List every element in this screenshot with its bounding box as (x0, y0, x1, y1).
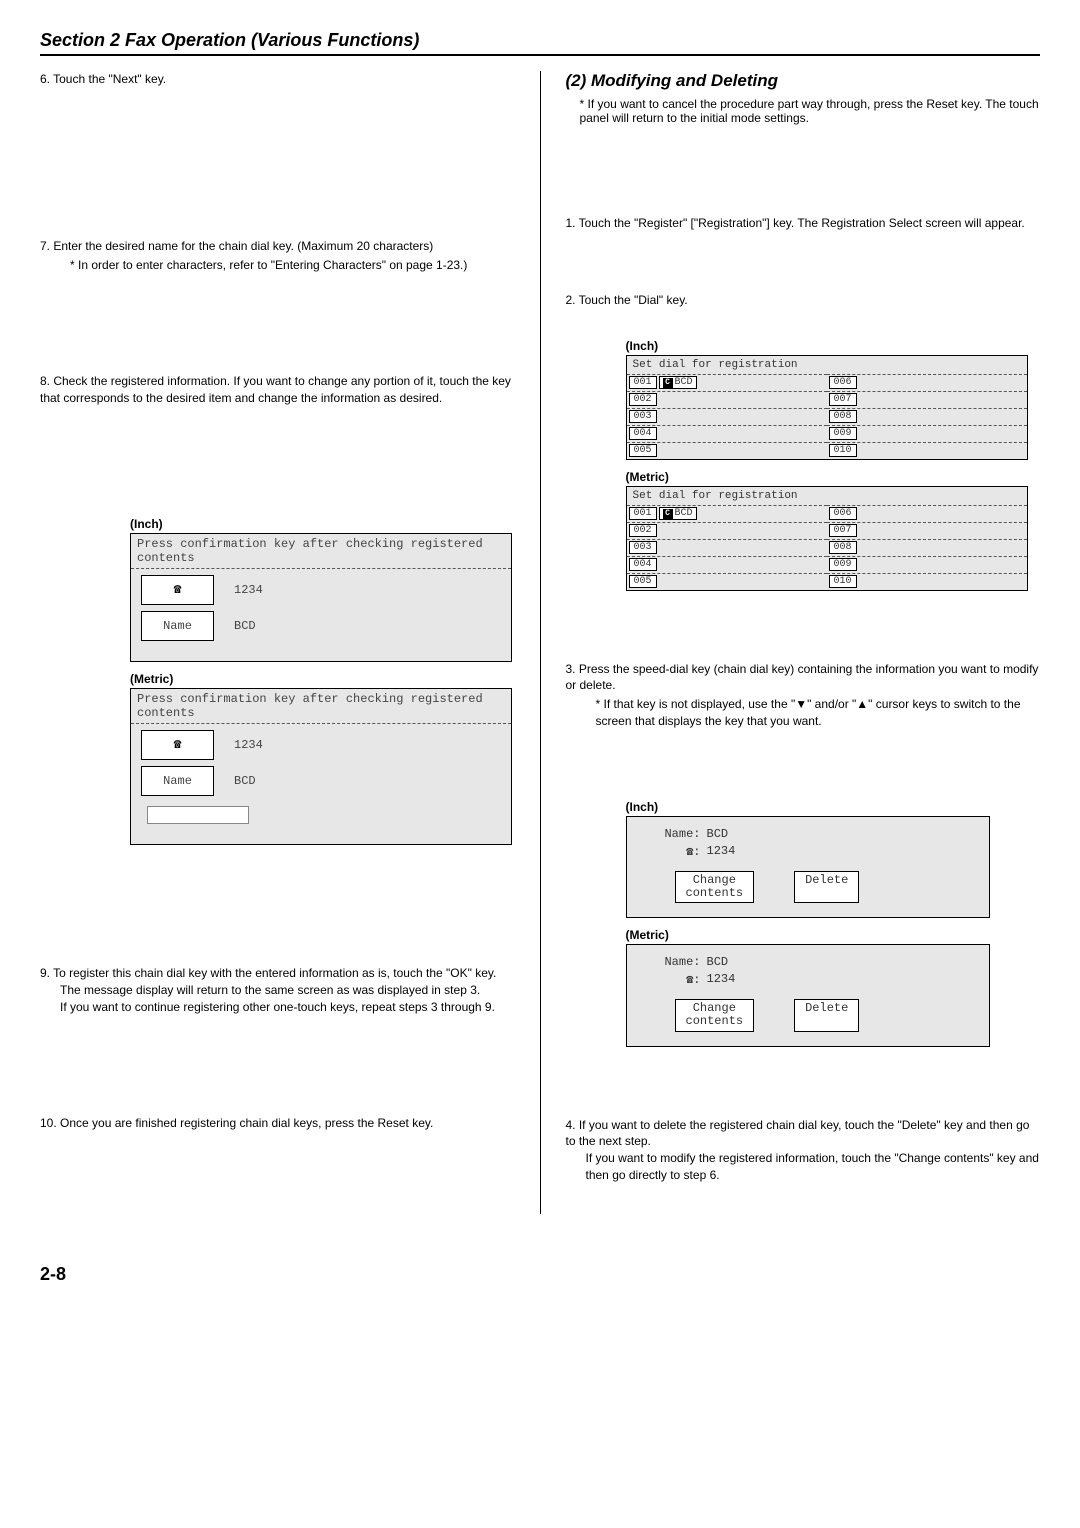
metric-label: (Metric) (130, 672, 515, 686)
step-10: 10. Once you are finished registering ch… (40, 1115, 515, 1132)
subheading: (2) Modifying and Deleting (566, 71, 1041, 91)
step-6: 6. Touch the "Next" key. (40, 71, 515, 88)
dial-slot[interactable]: 004 (629, 427, 657, 440)
lcd-value-name: BCD (234, 774, 256, 788)
step-7: 7. Enter the desired name for the chain … (40, 238, 515, 274)
dial-slot[interactable]: 005 (629, 444, 657, 457)
lcd-modify-metric: Name: BCD ☎: 1234 Change contents Delete (626, 944, 990, 1046)
step-4: 4. If you want to delete the registered … (566, 1117, 1041, 1184)
step-7-text: 7. Enter the desired name for the chain … (40, 238, 515, 255)
metric-label: (Metric) (626, 470, 1041, 484)
step-9a: 9. To register this chain dial key with … (40, 965, 515, 982)
dial-slot[interactable]: 003 (629, 410, 657, 423)
step-2: 2. Touch the "Dial" key. (566, 292, 1041, 309)
lcd-confirm-inch: Press confirmation key after checking re… (130, 533, 512, 662)
lcd-reg-metric: Set dial for registration 001CBCD 006 00… (626, 486, 1028, 591)
mod-tel-value: 1234 (707, 972, 736, 987)
mod-name-label: Name: (655, 827, 701, 841)
phone-icon: ☎: (655, 844, 701, 859)
step-3: 3. Press the speed-dial key (chain dial … (566, 661, 1041, 730)
lcd-confirm-metric: Press confirmation key after checking re… (130, 688, 512, 845)
c-icon: C (663, 509, 673, 519)
lcd-confirm-bar: Press confirmation key after checking re… (131, 534, 511, 569)
dial-slot[interactable]: 009 (829, 427, 857, 440)
change-contents-button[interactable]: Change contents (675, 999, 755, 1031)
name-button[interactable]: Name (141, 766, 214, 796)
dial-slot[interactable]: 002 (629, 393, 657, 406)
lcd-reg-inch: Set dial for registration 001CBCD 006 00… (626, 355, 1028, 460)
phone-icon: ☎ (174, 737, 182, 752)
dial-slot[interactable]: 006 (829, 507, 857, 520)
step-4a: 4. If you want to delete the registered … (566, 1117, 1041, 1151)
change-contents-button[interactable]: Change contents (675, 871, 755, 903)
step-9b: The message display will return to the s… (40, 982, 515, 999)
step-3-text: 3. Press the speed-dial key (chain dial … (566, 661, 1041, 695)
lcd-value-number: 1234 (234, 583, 263, 597)
dial-slot[interactable]: 010 (829, 575, 857, 588)
dial-slot[interactable]: 007 (829, 393, 857, 406)
dial-slot[interactable]: 001 (629, 376, 657, 389)
inch-label: (Inch) (626, 339, 1041, 353)
dial-slot[interactable]: 008 (829, 541, 857, 554)
mod-name-label: Name: (655, 955, 701, 969)
dial-entry-text: BCD (675, 377, 693, 388)
delete-button[interactable]: Delete (794, 871, 859, 903)
dial-entry[interactable]: CBCD (659, 376, 697, 389)
metric-label: (Metric) (626, 928, 1041, 942)
mod-name-value: BCD (707, 827, 729, 841)
dial-slot[interactable]: 002 (629, 524, 657, 537)
step-9c: If you want to continue registering othe… (40, 999, 515, 1016)
delete-button[interactable]: Delete (794, 999, 859, 1031)
lcd-reg-title: Set dial for registration (627, 487, 1027, 505)
right-column: (2) Modifying and Deleting * If you want… (566, 71, 1041, 1214)
dial-entry-text: BCD (675, 508, 693, 519)
dial-slot[interactable]: 001 (629, 507, 657, 520)
mod-tel-value: 1234 (707, 844, 736, 859)
dial-slot[interactable]: 008 (829, 410, 857, 423)
step-9: 9. To register this chain dial key with … (40, 965, 515, 1015)
phone-icon: ☎: (655, 972, 701, 987)
step-7-note: * In order to enter characters, refer to… (40, 257, 515, 274)
lcd-value-name: BCD (234, 619, 256, 633)
dial-entry[interactable]: CBCD (659, 507, 697, 520)
dial-slot[interactable]: 003 (629, 541, 657, 554)
inch-label: (Inch) (626, 800, 1041, 814)
intro-note: * If you want to cancel the procedure pa… (566, 97, 1041, 125)
c-icon: C (663, 378, 673, 388)
dial-slot[interactable]: 009 (829, 558, 857, 571)
dial-slot[interactable]: 005 (629, 575, 657, 588)
left-column: 6. Touch the "Next" key. 7. Enter the de… (40, 71, 515, 1214)
step-1: 1. Touch the "Register" ["Registration"]… (566, 215, 1041, 232)
phone-button[interactable]: ☎ (141, 730, 214, 760)
step-8: 8. Check the registered information. If … (40, 373, 515, 407)
column-divider (540, 71, 541, 1214)
lcd-value-number: 1234 (234, 738, 263, 752)
step-3-note: * If that key is not displayed, use the … (566, 696, 1041, 730)
dial-slot[interactable]: 006 (829, 376, 857, 389)
name-button[interactable]: Name (141, 611, 214, 641)
step-4b: If you want to modify the registered inf… (566, 1150, 1041, 1184)
dial-slot[interactable]: 007 (829, 524, 857, 537)
page-number: 2-8 (40, 1264, 1040, 1285)
blank-box (147, 806, 249, 824)
inch-label: (Inch) (130, 517, 515, 531)
lcd-confirm-bar: Press confirmation key after checking re… (131, 689, 511, 724)
dial-slot[interactable]: 004 (629, 558, 657, 571)
phone-button[interactable]: ☎ (141, 575, 214, 605)
phone-icon: ☎ (174, 582, 182, 597)
dial-slot[interactable]: 010 (829, 444, 857, 457)
section-title: Section 2 Fax Operation (Various Functio… (40, 30, 1040, 56)
mod-name-value: BCD (707, 955, 729, 969)
lcd-modify-inch: Name: BCD ☎: 1234 Change contents Delete (626, 816, 990, 918)
lcd-reg-title: Set dial for registration (627, 356, 1027, 374)
